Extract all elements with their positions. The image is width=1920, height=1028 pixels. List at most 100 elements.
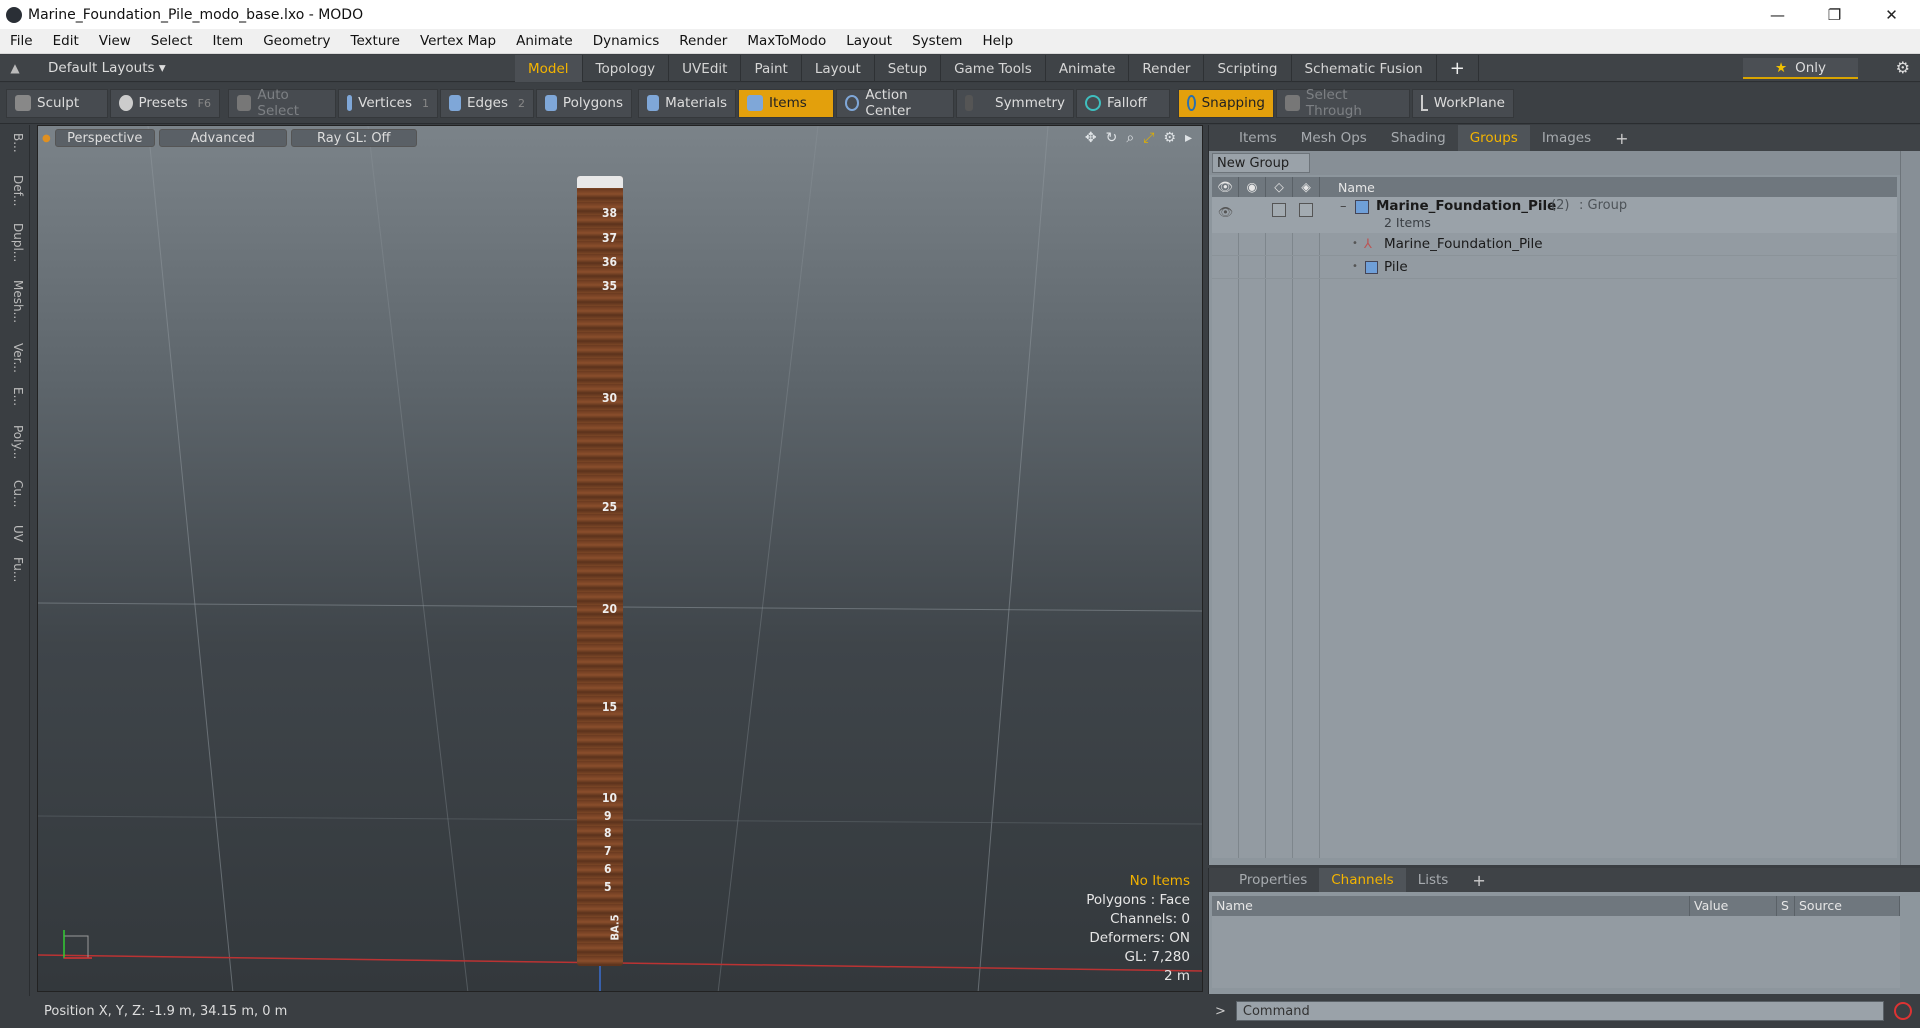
add-panel-tab-button[interactable]: + [1603,125,1640,151]
collapse-toggle-icon[interactable]: – [1340,199,1347,214]
default-layouts-dropdown[interactable]: Default Layouts ▾ [30,60,170,76]
left-tab-mesh[interactable]: Mesh... [5,280,25,323]
lock-column-icon[interactable]: ◇ [1266,177,1293,197]
left-tab-duplicate[interactable]: Dupl... [5,223,25,262]
menu-render[interactable]: Render [669,33,737,49]
tab-groups[interactable]: Groups [1457,125,1530,151]
edges-button[interactable]: Edges 2 [440,88,534,118]
items-button[interactable]: Items [738,88,834,118]
polygons-button[interactable]: Polygons [536,88,632,118]
left-tab-deform[interactable]: Def... [5,175,25,206]
menu-maxtomodo[interactable]: MaxToModo [737,33,836,49]
left-tab-vertex[interactable]: Ver... [5,343,25,373]
tab-shading[interactable]: Shading [1379,125,1458,151]
only-toggle[interactable]: ★ Only [1743,58,1858,79]
fit-view-icon[interactable]: ⤢ [1143,130,1154,146]
maximize-button[interactable]: ❐ [1806,0,1863,29]
advanced-dropdown[interactable]: Advanced [158,129,287,147]
tab-mesh-ops[interactable]: Mesh Ops [1289,125,1379,151]
menu-texture[interactable]: Texture [341,33,410,49]
record-macro-icon[interactable] [1894,1002,1912,1020]
command-input[interactable]: Command [1235,1001,1884,1021]
render-column-icon[interactable]: ◉ [1239,177,1266,197]
perspective-dropdown[interactable]: Perspective [54,129,155,147]
collapse-up-icon[interactable]: ▲ [0,61,30,75]
presets-button[interactable]: Presets F6 [110,88,220,118]
tab-paint[interactable]: Paint [741,55,802,82]
gear-icon[interactable]: ⚙ [1896,58,1910,77]
minimize-button[interactable]: — [1749,0,1806,29]
3d-viewport[interactable]: ● Perspective Advanced Ray GL: Off ✥ ↻ ⌕… [37,125,1203,992]
channels-s-column[interactable]: S [1777,896,1795,916]
left-tab-fusion[interactable]: Fu... [5,557,25,582]
zoom-view-icon[interactable]: ⌕ [1126,130,1134,146]
left-tab-uv[interactable]: UV [5,525,25,542]
menu-geometry[interactable]: Geometry [253,33,340,49]
menu-system[interactable]: System [902,33,972,49]
left-tab-edge[interactable]: E... [5,387,25,406]
visibility-column-icon[interactable]: 👁 [1212,177,1239,197]
left-tab-basic[interactable]: B... [5,133,25,153]
tab-lists[interactable]: Lists [1406,868,1461,892]
menu-animate[interactable]: Animate [506,33,583,49]
channels-source-column[interactable]: Source [1795,896,1900,916]
select-column-icon[interactable]: ◈ [1293,177,1320,197]
left-tab-curve[interactable]: Cu... [5,480,25,507]
tab-animate[interactable]: Animate [1046,55,1130,82]
tab-items[interactable]: Items [1227,125,1289,151]
move-view-icon[interactable]: ✥ [1085,130,1097,146]
tab-model[interactable]: Model [515,55,583,82]
workplane-button[interactable]: WorkPlane [1412,88,1514,118]
menu-file[interactable]: File [0,33,43,49]
tab-layout[interactable]: Layout [802,55,875,82]
rotate-view-icon[interactable]: ↻ [1106,130,1118,146]
tab-game-tools[interactable]: Game Tools [941,55,1046,82]
group-child-row[interactable]: • Pile [1212,257,1897,279]
menu-edit[interactable]: Edit [43,33,89,49]
menu-vertex-map[interactable]: Vertex Map [410,33,506,49]
falloff-button[interactable]: Falloff [1076,88,1170,118]
materials-button[interactable]: Materials [638,88,736,118]
name-column-header[interactable]: Name [1320,180,1375,195]
groups-scrollbar[interactable] [1900,151,1920,865]
snapping-button[interactable]: Snapping [1178,88,1274,118]
menu-help[interactable]: Help [972,33,1023,49]
close-button[interactable]: ✕ [1863,0,1920,29]
channels-name-column[interactable]: Name [1212,896,1690,916]
tab-topology[interactable]: Topology [583,55,670,82]
menu-item[interactable]: Item [202,33,253,49]
symmetry-button[interactable]: Symmetry [956,88,1074,118]
new-group-button[interactable]: New Group [1212,153,1310,173]
auto-select-button[interactable]: Auto Select [228,87,336,119]
action-center-button[interactable]: Action Center [836,87,954,119]
add-layout-tab-button[interactable]: + [1437,55,1479,82]
viewport-expand-icon[interactable]: ▸ [1185,130,1192,146]
group-lock-checkbox[interactable] [1272,203,1286,217]
tab-uvedit[interactable]: UVEdit [669,55,742,82]
menu-select[interactable]: Select [141,33,203,49]
vertices-button[interactable]: Vertices 1 [338,88,438,118]
pile-mesh[interactable] [577,176,623,966]
raygl-toggle[interactable]: Ray GL: Off [290,129,417,147]
sculpt-button[interactable]: Sculpt [6,88,108,118]
menu-dynamics[interactable]: Dynamics [583,33,670,49]
tab-scripting[interactable]: Scripting [1204,55,1292,82]
channels-value-column[interactable]: Value [1690,896,1777,916]
viewport-settings-icon[interactable]: ⚙ [1163,130,1176,146]
main-toolbar: Sculpt Presets F6 Auto Select Vertices 1 E… [0,83,1920,124]
group-child-row[interactable]: • ⅄ Marine_Foundation_Pile [1212,234,1897,256]
left-tab-polygon[interactable]: Poly... [5,425,25,459]
tab-setup[interactable]: Setup [875,55,942,82]
tab-render[interactable]: Render [1129,55,1205,82]
tab-images[interactable]: Images [1530,125,1603,151]
menu-layout[interactable]: Layout [836,33,902,49]
tab-properties[interactable]: Properties [1227,868,1319,892]
select-through-button[interactable]: Select Through [1276,87,1410,119]
add-channels-tab-button[interactable]: + [1460,868,1497,892]
group-row[interactable]: 👁 – Marine_Foundation_Pile (2) : Group 2… [1212,197,1897,233]
tab-schematic-fusion[interactable]: Schematic Fusion [1292,55,1437,82]
group-select-checkbox[interactable] [1299,203,1313,217]
tab-channels[interactable]: Channels [1319,868,1406,892]
menu-view[interactable]: View [89,33,141,49]
group-visibility-icon[interactable]: 👁 [1218,205,1233,219]
